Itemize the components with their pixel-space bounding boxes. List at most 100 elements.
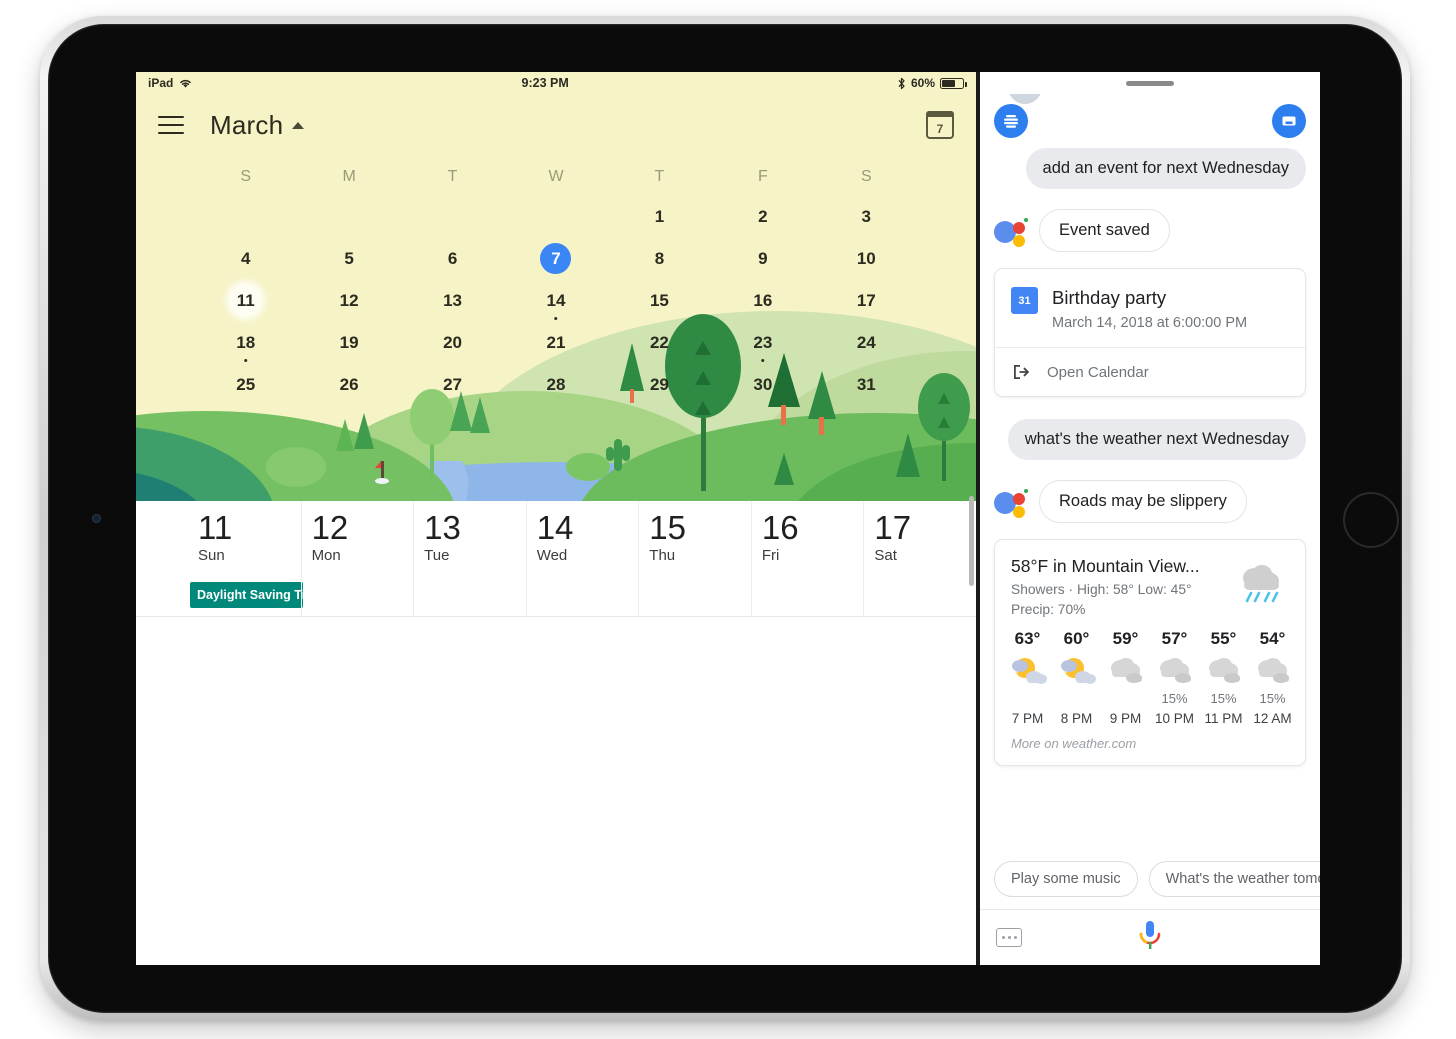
month-day-3[interactable]: 3 [815, 200, 918, 232]
event-indicator-dot [554, 316, 558, 320]
week-day-header: 11SunDaylight Saving Time12Mon13Tue14Wed… [136, 501, 976, 617]
month-day-number: 1 [654, 206, 665, 226]
month-day-26[interactable]: 26 [297, 368, 400, 400]
month-day-2[interactable]: 2 [711, 200, 814, 232]
week-day-column-header-sat[interactable]: 17 Sat [863, 501, 976, 616]
hourly-temp: 60° [1063, 629, 1090, 648]
month-view-region: March 7 SMTWTFS 1 2 3 4 5 6 7 8 9 10 11 12 13 14 15 16 1… [136, 94, 976, 501]
hamburger-menu-icon[interactable] [158, 116, 184, 134]
month-day-15[interactable]: 15 [608, 284, 711, 316]
week-day-column-header-fri[interactable]: 16 Fri [750, 501, 864, 616]
month-day-21[interactable]: 21 [504, 326, 607, 358]
week-day-number: 14 [536, 509, 574, 546]
month-day-10[interactable]: 10 [815, 242, 918, 274]
assistant-conversation-scroll[interactable]: add an event for next Wednesday Event sa… [980, 94, 1320, 849]
week-day-column-header-tue[interactable]: 13 Tue [413, 501, 526, 616]
month-day-20[interactable]: 20 [401, 326, 504, 358]
weather-card-top: 58°F in Mountain View... Showers · High:… [995, 540, 1305, 621]
assistant-input-bar [980, 909, 1320, 965]
week-day-number: 11 [198, 509, 233, 546]
month-day-12[interactable]: 12 [297, 284, 400, 316]
month-day-25[interactable]: 25 [194, 368, 297, 400]
month-day-24[interactable]: 24 [815, 326, 918, 358]
week-header-gutter [136, 501, 188, 616]
page-title[interactable]: March [210, 110, 283, 141]
suggestion-chips-row[interactable]: Play some music What's the weather tomorr… [980, 849, 1320, 909]
weather-precip: Precip: 70% [1011, 602, 1086, 617]
month-day-number: 15 [649, 290, 669, 310]
status-bar-right: 60% [897, 76, 967, 90]
month-week-row: 11 12 13 14 15 16 17 [194, 284, 918, 320]
month-day-18[interactable]: 18 [194, 326, 297, 362]
google-mic-icon[interactable] [1135, 918, 1165, 957]
calendar-today-icon[interactable]: 7 [926, 111, 954, 139]
weather-card[interactable]: 58°F in Mountain View... Showers · High:… [994, 539, 1306, 766]
month-day-22[interactable]: 22 [608, 326, 711, 358]
month-day-1[interactable]: 1 [608, 200, 711, 232]
weather-attribution[interactable]: More on weather.com [995, 732, 1305, 765]
front-camera [92, 514, 101, 523]
month-day-16[interactable]: 16 [711, 284, 814, 316]
inbox-icon[interactable] [1272, 104, 1306, 138]
hourly-forecast-item: 54° 15% 12 AM [1248, 629, 1297, 726]
caret-up-icon[interactable] [292, 121, 305, 129]
vertical-scrollbar[interactable] [969, 496, 974, 586]
partly-sunny-icon [1003, 651, 1052, 691]
month-day-8[interactable]: 8 [608, 242, 711, 274]
hourly-precip: 15% [1161, 691, 1188, 706]
month-day-number: 27 [443, 374, 463, 394]
month-day-28[interactable]: 28 [504, 368, 607, 400]
calendar-app-pane: iPad 9:23 PM 60% March 7 S M T W T F S 1… [136, 72, 976, 965]
month-day-number: 22 [649, 332, 669, 352]
month-day-14[interactable]: 14 [504, 284, 607, 320]
month-day-29[interactable]: 29 [608, 368, 711, 400]
month-day-13[interactable]: 13 [401, 284, 504, 316]
month-day-number: 8 [654, 248, 665, 268]
month-day-31[interactable]: 31 [815, 368, 918, 400]
month-day-number: 16 [753, 290, 773, 310]
week-day-column-header-mon[interactable]: 12 Mon [300, 501, 414, 616]
month-day-11[interactable]: 11 [194, 284, 297, 316]
keyboard-icon[interactable] [996, 928, 1022, 947]
suggestion-chip-0[interactable]: Play some music [994, 861, 1138, 897]
weekday-header-6: S [860, 168, 872, 185]
month-day-number: 24 [856, 332, 876, 352]
week-day-number: 12 [311, 509, 349, 546]
all-day-event-chip[interactable]: Daylight Saving Time [190, 582, 303, 608]
partly-sunny-icon [1052, 651, 1101, 691]
month-day-9[interactable]: 9 [711, 242, 814, 274]
hourly-temp: 59° [1112, 629, 1139, 648]
week-day-column-header-wed[interactable]: 14 Wed [525, 501, 639, 616]
month-day-23[interactable]: 23 [711, 326, 814, 362]
month-day-empty [401, 200, 504, 232]
month-day-17[interactable]: 17 [815, 284, 918, 316]
home-button[interactable] [1343, 492, 1399, 548]
weather-headline: 58°F in Mountain View... [1011, 556, 1200, 576]
month-day-30[interactable]: 30 [711, 368, 814, 400]
month-grid: SMTWTFS 1 2 3 4 5 6 7 8 9 10 11 12 13 14 15 16 17 18 19 20 2… [136, 156, 976, 400]
month-day-5[interactable]: 5 [297, 242, 400, 274]
today-date-number: 7 [936, 122, 944, 136]
month-week-row: 4 5 6 7 8 9 10 [194, 242, 918, 274]
assistant-profile-icon[interactable] [994, 104, 1028, 138]
hourly-temp: 63° [1014, 629, 1041, 648]
rain-cloud-icon [1233, 556, 1289, 617]
hourly-precip: 15% [1259, 691, 1286, 706]
month-day-19[interactable]: 19 [297, 326, 400, 358]
week-day-column-header-sun[interactable]: 11Sun Daylight Saving Time [188, 501, 303, 616]
month-day-number: 17 [856, 290, 876, 310]
suggestion-chip-1[interactable]: What's the weather tomorrow [1148, 861, 1320, 897]
month-day-number: 11 [236, 290, 255, 310]
open-calendar-action[interactable]: Open Calendar [995, 347, 1305, 396]
cloudy-icon [1101, 651, 1150, 691]
hourly-time: 9 PM [1109, 711, 1142, 726]
week-day-name: Wed [536, 547, 568, 564]
month-day-27[interactable]: 27 [401, 368, 504, 400]
month-day-number: 23 [753, 332, 773, 352]
month-day-6[interactable]: 6 [401, 242, 504, 274]
week-day-column-header-thu[interactable]: 15 Thu [638, 501, 751, 616]
event-result-card[interactable]: 31 Birthday party March 14, 2018 at 6:00… [994, 268, 1306, 397]
month-day-7[interactable]: 7 [504, 242, 607, 274]
drag-handle[interactable] [980, 72, 1320, 94]
month-day-4[interactable]: 4 [194, 242, 297, 274]
